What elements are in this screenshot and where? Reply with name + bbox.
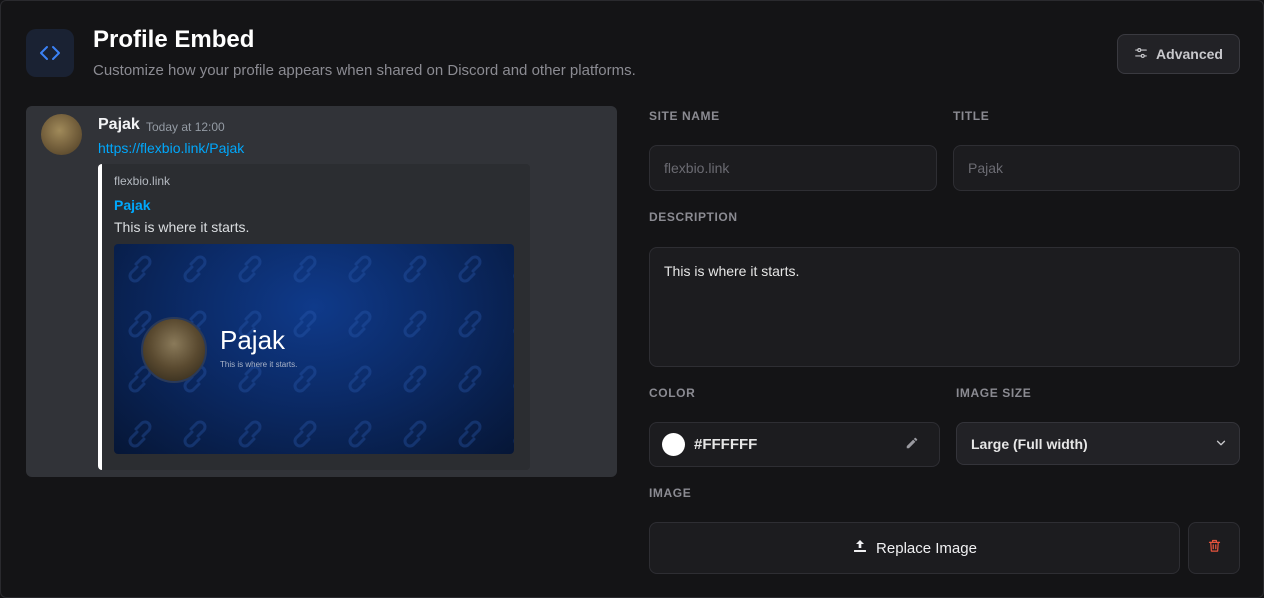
description-label: DESCRIPTION bbox=[649, 210, 738, 224]
advanced-button[interactable]: Advanced bbox=[1117, 34, 1240, 74]
upload-icon bbox=[852, 538, 868, 558]
replace-image-button[interactable]: Replace Image bbox=[649, 522, 1180, 574]
title-input[interactable] bbox=[953, 145, 1240, 191]
embed-image-description: This is where it starts. bbox=[220, 360, 298, 369]
color-label: COLOR bbox=[649, 386, 696, 400]
embed-image-avatar bbox=[141, 317, 207, 383]
embed-image: Pajak This is where it starts. bbox=[114, 244, 514, 454]
title-label: TITLE bbox=[953, 109, 990, 123]
pencil-icon[interactable] bbox=[905, 436, 919, 455]
advanced-label: Advanced bbox=[1156, 46, 1223, 62]
chevron-down-icon bbox=[1214, 436, 1228, 455]
message-username: Pajak bbox=[98, 116, 140, 133]
page-subtitle: Customize how your profile appears when … bbox=[93, 62, 636, 79]
trash-icon bbox=[1207, 538, 1222, 558]
profile-link[interactable]: https://flexbio.link/Pajak bbox=[98, 140, 244, 156]
delete-image-button[interactable] bbox=[1188, 522, 1240, 574]
embed-description: This is where it starts. bbox=[114, 219, 250, 235]
image-size-select[interactable]: Large (Full width) bbox=[956, 422, 1240, 465]
description-textarea[interactable]: This is where it starts. bbox=[649, 247, 1240, 367]
embed-card: flexbio.link Pajak This is where it star… bbox=[98, 164, 530, 470]
profile-embed-panel: Profile Embed Customize how your profile… bbox=[0, 0, 1264, 598]
site-name-input[interactable] bbox=[649, 145, 937, 191]
color-swatch[interactable] bbox=[662, 433, 685, 456]
avatar bbox=[41, 114, 82, 155]
replace-image-label: Replace Image bbox=[876, 539, 977, 557]
embed-image-name: Pajak bbox=[220, 325, 286, 355]
image-label: IMAGE bbox=[649, 486, 692, 500]
embed-title[interactable]: Pajak bbox=[114, 197, 151, 213]
page-title: Profile Embed bbox=[93, 26, 255, 53]
image-size-value: Large (Full width) bbox=[971, 436, 1088, 452]
color-hex-value: #FFFFFF bbox=[694, 436, 758, 453]
site-name-label: SITE NAME bbox=[649, 109, 720, 123]
image-size-label: IMAGE SIZE bbox=[956, 386, 1032, 400]
message-timestamp: Today at 12:00 bbox=[146, 120, 225, 134]
discord-preview: Pajak Today at 12:00 https://flexbio.lin… bbox=[26, 106, 617, 477]
code-icon bbox=[26, 29, 74, 77]
sliders-icon bbox=[1134, 46, 1148, 63]
embed-site-name: flexbio.link bbox=[114, 174, 171, 188]
color-picker-field[interactable]: #FFFFFF bbox=[649, 422, 940, 467]
